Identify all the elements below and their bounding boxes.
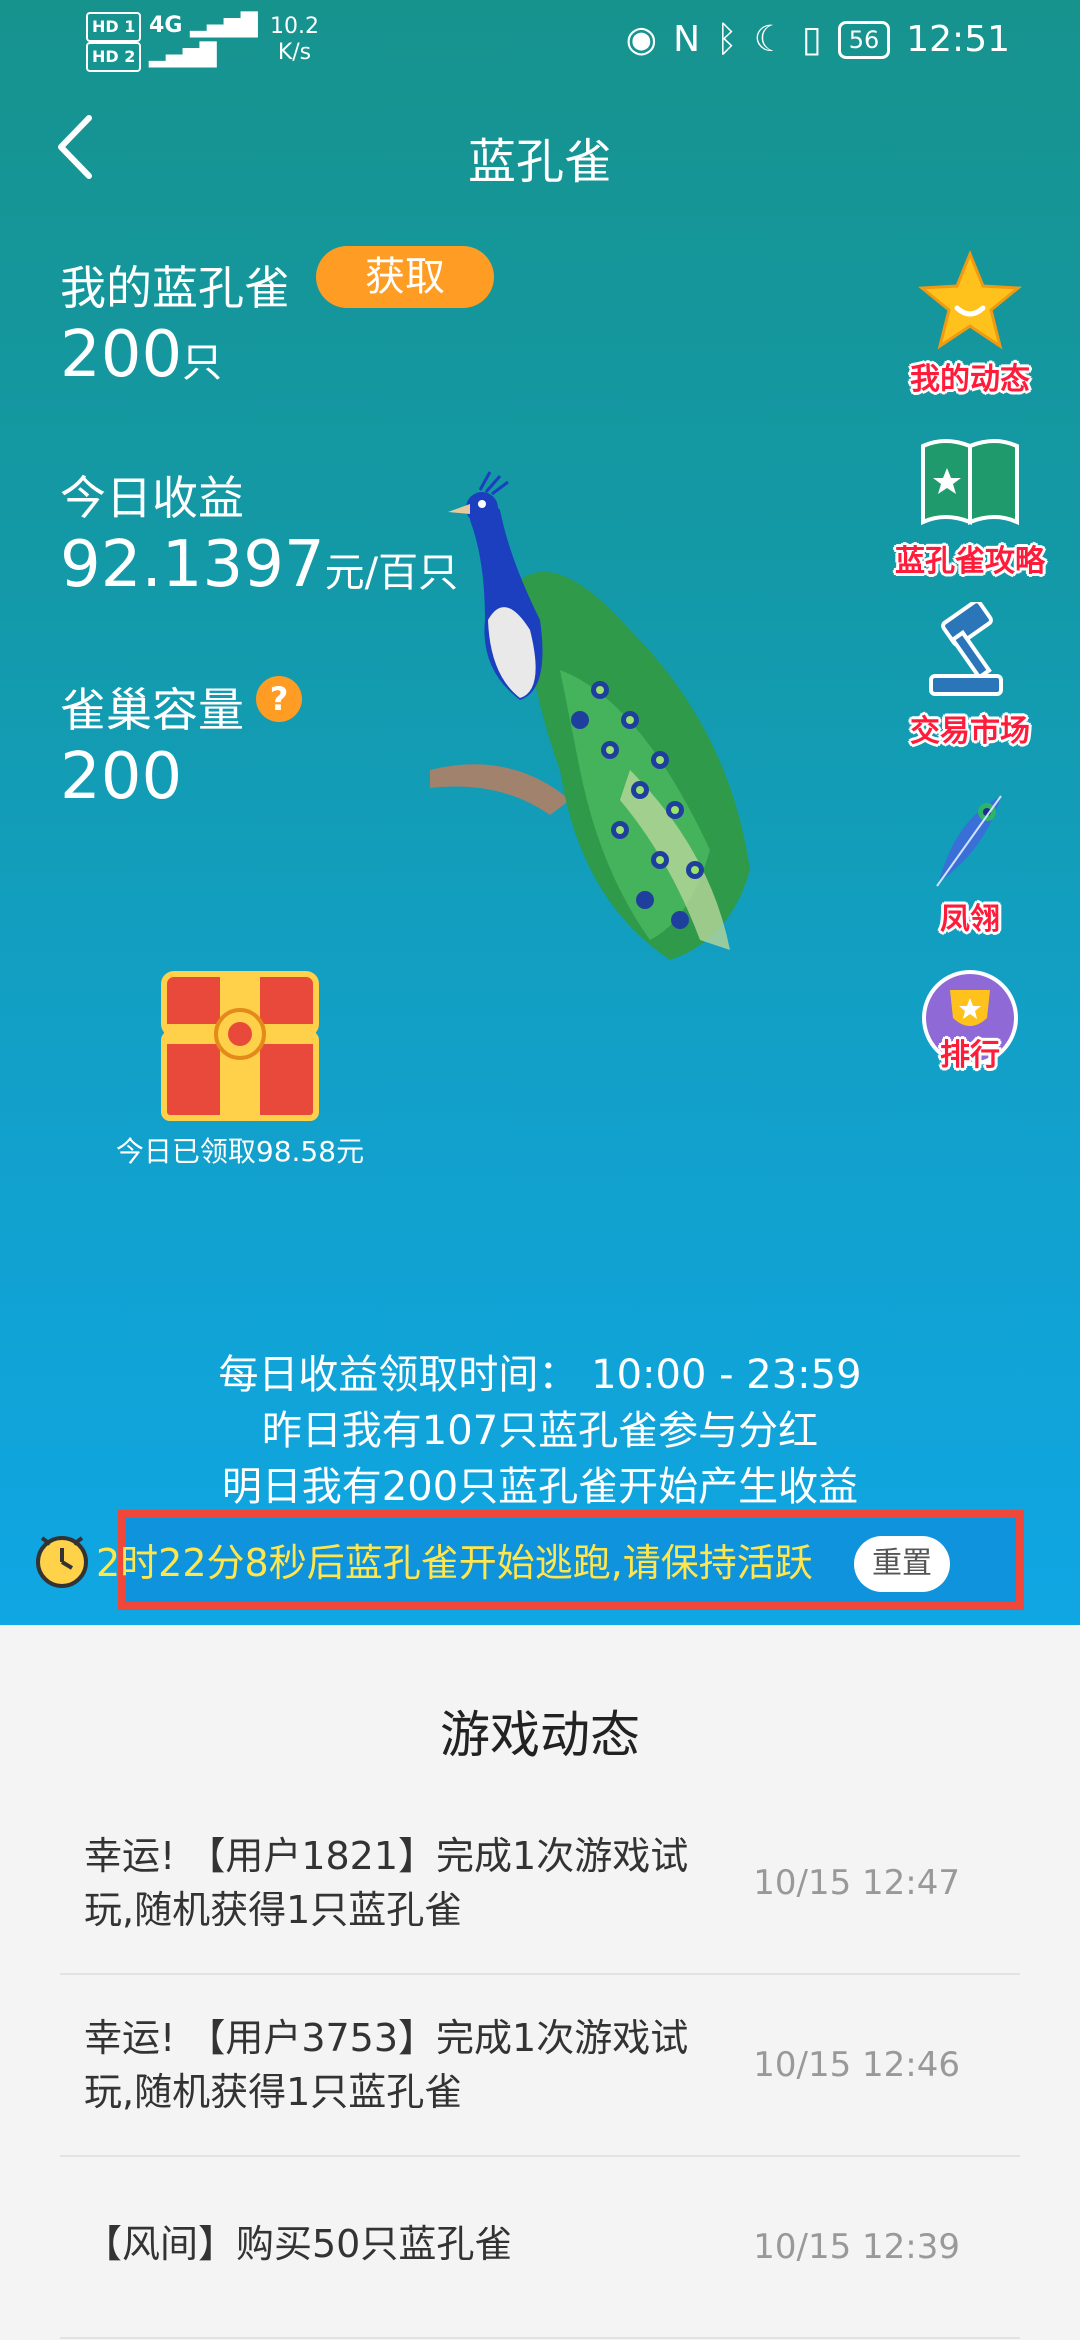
nfc-icon: N bbox=[673, 19, 700, 60]
side-item-my-activity[interactable]: 我的动态 bbox=[880, 250, 1060, 398]
sim1-badge: HD 1 bbox=[86, 12, 142, 42]
countdown-bar: 2时22分8秒后蓝孔雀开始逃跑,请保持活跃 重置 bbox=[0, 1510, 1080, 1610]
moon-icon: ☾ bbox=[753, 19, 786, 60]
question-icon[interactable]: ? bbox=[256, 676, 302, 722]
capacity-label: 雀巢容量 bbox=[60, 683, 244, 737]
page-title: 蓝孔雀 bbox=[467, 134, 612, 190]
status-icons: ◉ N ᛒ ☾ ▯ 56 12:51 bbox=[626, 18, 1010, 62]
peacock-illustration[interactable] bbox=[430, 470, 810, 970]
feather-icon bbox=[936, 795, 1002, 887]
star-icon bbox=[918, 250, 1022, 350]
book-icon bbox=[921, 439, 1019, 526]
feed-time: 10/15 12:39 bbox=[753, 2227, 960, 2267]
side-item-feather[interactable]: 凤翎 bbox=[880, 790, 1060, 938]
list-item: 幸运! 【用户3753】完成1次游戏试玩,随机获得1只蓝孔雀 10/15 12:… bbox=[60, 1975, 1020, 2157]
side-item-market[interactable]: 交易市场 bbox=[880, 599, 1060, 750]
income-label: 今日收益 bbox=[60, 471, 244, 525]
reset-button[interactable]: 重置 bbox=[854, 1536, 950, 1592]
info-yesterday: 昨日我有107只蓝孔雀参与分红 bbox=[261, 1408, 819, 1454]
chest-claimed-label: 今日已领取98.58元 bbox=[115, 1135, 365, 1168]
list-item: 【风间】购买50只蓝孔雀 10/15 12:39 bbox=[60, 2157, 1020, 2339]
feed-text: 【风间】购买50只蓝孔雀 bbox=[84, 2222, 513, 2266]
capacity-value: 200 bbox=[60, 740, 183, 814]
my-peacock-label: 我的蓝孔雀 bbox=[60, 261, 290, 315]
feed-title: 游戏动态 bbox=[440, 1706, 640, 1764]
side-item-guide[interactable]: 蓝孔雀攻略 bbox=[880, 432, 1060, 580]
bluetooth-icon: ᛒ bbox=[716, 19, 738, 60]
treasure-chest-icon[interactable] bbox=[160, 964, 320, 1122]
vibrate-icon: ▯ bbox=[801, 19, 822, 60]
network-speed: 10.2 K/s bbox=[270, 14, 319, 65]
signal-bars-icon: ▂▄▆█ bbox=[190, 13, 258, 38]
signal-type: 4G bbox=[149, 13, 183, 38]
feed-text: 幸运! 【用户1821】完成1次游戏试玩,随机获得1只蓝孔雀 bbox=[84, 1834, 689, 1932]
sim-indicators: HD 1 4G ▂▄▆█ HD 2 ▂▄▆█ bbox=[86, 12, 258, 72]
game-feed: 游戏动态 幸运! 【用户1821】完成1次游戏试玩,随机获得1只蓝孔雀 10/1… bbox=[0, 1625, 1080, 2340]
my-peacock-count: 200只 bbox=[60, 318, 223, 392]
feed-text: 幸运! 【用户3753】完成1次游戏试玩,随机获得1只蓝孔雀 bbox=[84, 2016, 689, 2114]
eye-icon: ◉ bbox=[625, 19, 658, 60]
title-bar: 蓝孔雀 bbox=[0, 100, 1080, 200]
signal-bars-icon: ▂▄▆█ bbox=[149, 43, 217, 68]
alarm-clock-icon bbox=[36, 1536, 88, 1588]
feed-time: 10/15 12:47 bbox=[753, 1863, 960, 1903]
list-item: 幸运! 【用户1821】完成1次游戏试玩,随机获得1只蓝孔雀 10/15 12:… bbox=[60, 1793, 1020, 1975]
sim2-badge: HD 2 bbox=[86, 42, 142, 72]
feed-time: 10/15 12:46 bbox=[753, 2045, 960, 2085]
get-button[interactable]: 获取 bbox=[316, 246, 494, 308]
battery-indicator: 56 bbox=[837, 21, 891, 59]
gavel-icon bbox=[929, 599, 1003, 696]
income-value: 92.1397元/百只 bbox=[60, 528, 459, 602]
info-claim-time: 每日收益领取时间： 10:00 - 23:59 bbox=[218, 1352, 862, 1398]
status-bar: HD 1 4G ▂▄▆█ HD 2 ▂▄▆█ 10.2 K/s ◉ N ᛒ ☾ … bbox=[0, 0, 1080, 80]
game-panel: HD 1 4G ▂▄▆█ HD 2 ▂▄▆█ 10.2 K/s ◉ N ᛒ ☾ … bbox=[0, 0, 1080, 1625]
side-item-ranking[interactable]: 排行 bbox=[880, 968, 1060, 1074]
clock-time: 12:51 bbox=[906, 19, 1010, 60]
info-tomorrow: 明日我有200只蓝孔雀开始产生收益 bbox=[221, 1464, 859, 1510]
countdown-text: 2时22分8秒后蓝孔雀开始逃跑,请保持活跃 bbox=[96, 1541, 813, 1585]
